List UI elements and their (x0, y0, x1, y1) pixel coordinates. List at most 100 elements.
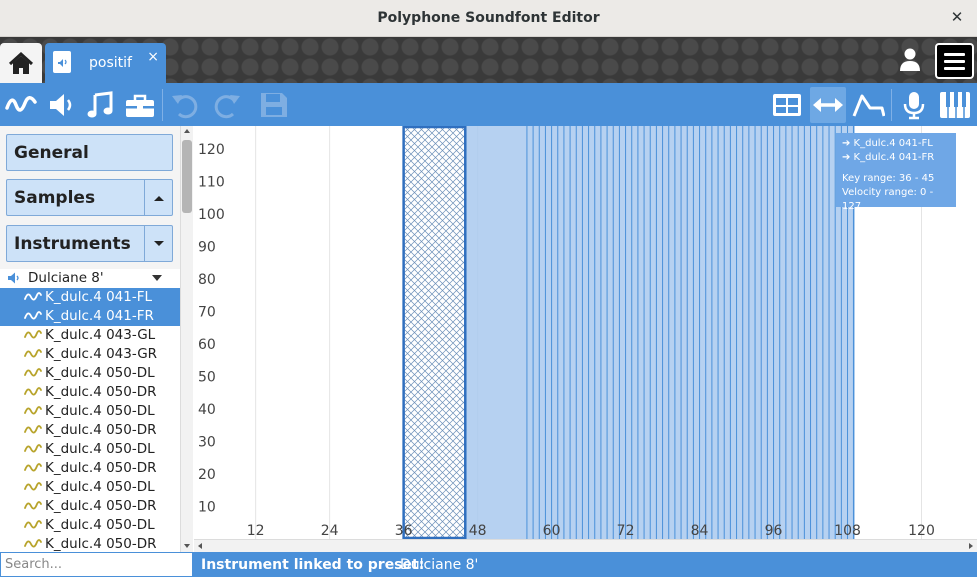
tree-item-label: K_dulc.4 050-DR (45, 498, 157, 514)
tree-item-label: K_dulc.4 050-DR (45, 384, 157, 400)
user-button[interactable] (896, 45, 924, 75)
wave-icon (24, 387, 42, 396)
tree-item[interactable]: K_dulc.4 041-FR (0, 307, 180, 326)
tab-positif[interactable]: positif × (45, 43, 166, 83)
horizontal-scrollbar[interactable] (194, 539, 977, 552)
tree-root-label: Dulciane 8' (28, 270, 104, 286)
chevron-up-icon (153, 195, 164, 201)
tree-item[interactable]: K_dulc.4 050-DR (0, 459, 180, 478)
wave-icon (24, 463, 42, 472)
tree-item-label: K_dulc.4 050-DR (45, 460, 157, 476)
samples-button[interactable] (3, 87, 39, 123)
toolbar-separator (162, 89, 163, 121)
search-input[interactable] (0, 552, 193, 577)
tree-item[interactable]: K_dulc.4 050-DL (0, 402, 180, 421)
scroll-up-icon[interactable] (184, 129, 190, 133)
x-tick-label: 96 (765, 523, 783, 539)
close-window-icon[interactable]: ✕ (947, 7, 967, 27)
user-icon (900, 48, 920, 71)
tree-item[interactable]: K_dulc.4 050-DL (0, 440, 180, 459)
save-button[interactable] (256, 87, 292, 123)
speaker-icon (50, 94, 72, 116)
section-label: Instruments (14, 234, 131, 254)
tree-root-instrument[interactable]: Dulciane 8' (0, 269, 180, 288)
tree-item-label: K_dulc.4 050-DL (45, 517, 155, 533)
home-button[interactable] (0, 43, 42, 83)
envelope-editor-button[interactable] (850, 87, 886, 123)
scroll-left-icon[interactable] (198, 543, 202, 549)
y-tick-label: 40 (198, 402, 216, 418)
vertical-scrollbar[interactable] (180, 126, 193, 552)
tree-item[interactable]: K_dulc.4 050-DL (0, 516, 180, 535)
tree-item-label: K_dulc.4 050-DR (45, 536, 157, 552)
tree-item[interactable]: K_dulc.4 050-DL (0, 478, 180, 497)
y-tick-label: 90 (198, 239, 216, 255)
microphone-icon (903, 92, 925, 120)
toolbox-icon (126, 94, 154, 117)
scroll-down-icon[interactable] (184, 544, 190, 548)
tree-item[interactable]: K_dulc.4 050-DL (0, 364, 180, 383)
tree-item[interactable]: K_dulc.4 050-DR (0, 497, 180, 516)
recorder-button[interactable] (896, 87, 932, 123)
wave-icon (24, 425, 42, 434)
table-view-button[interactable] (769, 87, 805, 123)
left-panel: General Samples Instruments Dulciane 8' … (0, 126, 193, 552)
scroll-right-icon[interactable] (969, 543, 973, 549)
wave-icon (24, 368, 42, 377)
tab-close-icon[interactable]: × (147, 49, 159, 65)
x-tick-label: 108 (834, 523, 861, 539)
expand-caret-icon[interactable] (152, 275, 162, 281)
tree-item[interactable]: K_dulc.4 050-DR (0, 421, 180, 440)
music-note-icon (87, 91, 113, 118)
tooltip-key-range: Key range: 36 - 45 (842, 173, 935, 184)
y-tick-label: 60 (198, 337, 216, 353)
scrollbar-thumb[interactable] (182, 140, 192, 213)
tree-item-label: K_dulc.4 050-DR (45, 422, 157, 438)
y-tick-label: 100 (198, 207, 225, 223)
tree-item[interactable]: K_dulc.4 043-GL (0, 326, 180, 345)
tree-item-label: K_dulc.4 050-DL (45, 441, 155, 457)
tree-item[interactable]: K_dulc.4 043-GR (0, 345, 180, 364)
range-editor-button[interactable] (810, 87, 846, 123)
status-bar: Instrument linked to preset: Dulciane 8' (193, 552, 977, 577)
piano-icon (940, 92, 970, 118)
tree-item-label: K_dulc.4 041-FR (45, 308, 154, 324)
y-tick-label: 120 (198, 142, 225, 158)
section-general[interactable]: General (6, 134, 173, 171)
wave-icon (24, 520, 42, 529)
section-samples[interactable]: Samples (6, 179, 173, 216)
speaker-icon (8, 272, 19, 284)
x-tick-label: 84 (691, 523, 709, 539)
tools-button[interactable] (122, 87, 158, 123)
wave-icon (24, 539, 42, 548)
section-label: General (14, 143, 89, 163)
selected-zone (402, 125, 467, 540)
status-value[interactable]: Dulciane 8' (400, 557, 478, 573)
x-tick-label: 48 (469, 523, 487, 539)
soundfont-file-icon (53, 51, 71, 73)
wave-icon (24, 406, 42, 415)
presets-button[interactable] (83, 87, 119, 123)
hamburger-menu-button[interactable] (935, 43, 974, 79)
keyboard-button[interactable] (937, 87, 973, 123)
tree-item[interactable]: K_dulc.4 041-FL (0, 288, 180, 307)
redo-button[interactable] (209, 87, 245, 123)
y-tick-label: 70 (198, 304, 216, 320)
wave-icon (5, 96, 37, 112)
zone-block (465, 126, 854, 539)
expand-toggle[interactable] (144, 226, 172, 261)
x-tick-label: 36 (395, 523, 413, 539)
collapse-toggle[interactable] (144, 180, 172, 215)
x-tick-label: 24 (321, 523, 339, 539)
tree-item[interactable]: K_dulc.4 050-DR (0, 383, 180, 402)
section-instruments[interactable]: Instruments (6, 225, 173, 262)
x-tick-label: 72 (617, 523, 635, 539)
toolbar-separator (891, 89, 892, 121)
undo-button[interactable] (167, 87, 203, 123)
y-tick-label: 110 (198, 174, 225, 190)
instruments-button[interactable] (43, 87, 79, 123)
x-tick-label: 60 (543, 523, 561, 539)
tree-item[interactable]: K_dulc.4 050-DR (0, 535, 180, 552)
section-label: Samples (14, 188, 96, 208)
tree-item-label: K_dulc.4 050-DL (45, 479, 155, 495)
